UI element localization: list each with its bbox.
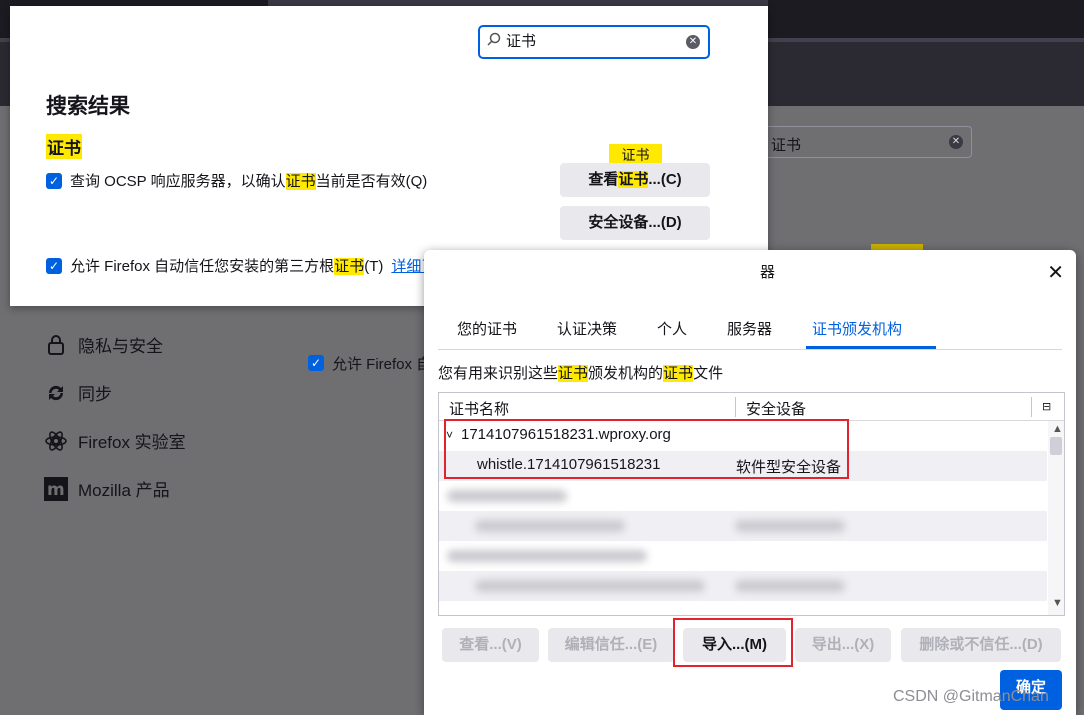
sync-icon <box>44 381 68 405</box>
tab-authorities[interactable]: 证书颁发机构 <box>812 318 902 339</box>
sidebar-item-label: 隐私与安全 <box>78 337 163 356</box>
tab-servers[interactable]: 服务器 <box>727 318 772 339</box>
column-header-name[interactable]: 证书名称 <box>449 398 509 419</box>
mozilla-icon: m <box>44 476 68 501</box>
checkbox-checked[interactable]: ✓ <box>46 257 62 274</box>
annotation-box-tree <box>444 419 849 479</box>
tree-row-blurred[interactable] <box>439 481 1047 511</box>
section-heading: 证书 <box>46 134 82 159</box>
view-certificates-button[interactable]: 查看证书...(C) <box>560 163 710 197</box>
tab-your-certificates[interactable]: 您的证书 <box>457 318 517 339</box>
scroll-up-icon[interactable]: ▲ <box>1052 423 1063 435</box>
lock-icon <box>44 333 68 357</box>
annotation-box-import <box>673 618 793 667</box>
svg-text:m: m <box>47 480 65 500</box>
watermark-text: CSDN @GitmanChan <box>893 688 1049 705</box>
sidebar-item-mozilla[interactable]: m Mozilla 产品 <box>44 476 170 501</box>
sidebar-item-label: Mozilla 产品 <box>78 481 170 500</box>
tree-row-blurred[interactable] <box>439 511 1047 541</box>
dialog-title: 器 <box>760 264 776 281</box>
tab-people[interactable]: 个人 <box>657 318 687 339</box>
tree-row-blurred[interactable] <box>439 571 1047 601</box>
search-icon <box>487 32 501 49</box>
checkbox-checked[interactable]: ✓ <box>46 172 62 189</box>
edit-trust-button[interactable]: 编辑信任...(E) <box>548 628 674 662</box>
sidebar-item-label: 同步 <box>78 385 112 404</box>
ocsp-label: 查询 OCSP 响应服务器，以确认证书当前是否有效(Q) <box>70 173 428 190</box>
column-separator[interactable] <box>735 397 736 417</box>
thirdparty-label: 允许 Firefox 自动信任您安装的第三方根证书(T) <box>70 258 384 275</box>
sidebar-item-label: Firefox 实验室 <box>78 433 186 452</box>
column-picker-icon[interactable]: ⊟ <box>1042 400 1051 413</box>
authorities-description: 您有用来识别这些证书颁发机构的证书文件 <box>438 365 724 382</box>
flask-icon <box>44 429 68 453</box>
background-checkbox-label: 允许 Firefox 自 <box>332 356 424 373</box>
column-separator[interactable] <box>1031 397 1032 417</box>
clear-icon[interactable]: ✕ <box>686 35 700 49</box>
column-header-device[interactable]: 安全设备 <box>746 398 806 419</box>
active-tab-indicator <box>806 346 936 349</box>
background-checkbox[interactable]: ✓ <box>308 355 324 371</box>
scroll-down-icon[interactable]: ▼ <box>1052 597 1063 609</box>
security-devices-button[interactable]: 安全设备...(D) <box>560 206 710 240</box>
thirdparty-option[interactable]: ✓ 允许 Firefox 自动信任您安装的第三方根证书(T) 详细了解 <box>46 255 451 276</box>
export-button[interactable]: 导出...(X) <box>795 628 891 662</box>
clear-icon[interactable]: ✕ <box>949 135 963 149</box>
view-button[interactable]: 查看...(V) <box>442 628 539 662</box>
settings-search-value: 证书 <box>771 137 802 154</box>
delete-distrust-button[interactable]: 删除或不信任...(D) <box>901 628 1061 662</box>
tree-row-blurred[interactable] <box>439 541 1047 571</box>
tree-scrollbar[interactable]: ▲ ▼ <box>1048 421 1064 615</box>
tab-bar: 您的证书 认证决策 个人 服务器 证书颁发机构 <box>438 312 1062 350</box>
close-icon[interactable]: ✕ <box>1047 260 1064 285</box>
settings-search-box[interactable]: 证书 ✕ <box>760 126 972 158</box>
search-input[interactable] <box>506 32 676 49</box>
scroll-thumb[interactable] <box>1050 437 1062 455</box>
tree-header: 证书名称 安全设备 ⊟ <box>439 393 1064 421</box>
sidebar-item-labs[interactable]: Firefox 实验室 <box>44 428 186 453</box>
search-input-box[interactable]: ✕ <box>478 25 710 59</box>
sidebar-item-privacy[interactable]: 隐私与安全 <box>44 332 163 357</box>
ocsp-option[interactable]: ✓ 查询 OCSP 响应服务器，以确认证书当前是否有效(Q) <box>46 170 427 191</box>
sidebar-item-sync[interactable]: 同步 <box>44 380 112 405</box>
search-results-title: 搜索结果 <box>46 95 130 118</box>
tab-authentication-decisions[interactable]: 认证决策 <box>557 318 617 339</box>
